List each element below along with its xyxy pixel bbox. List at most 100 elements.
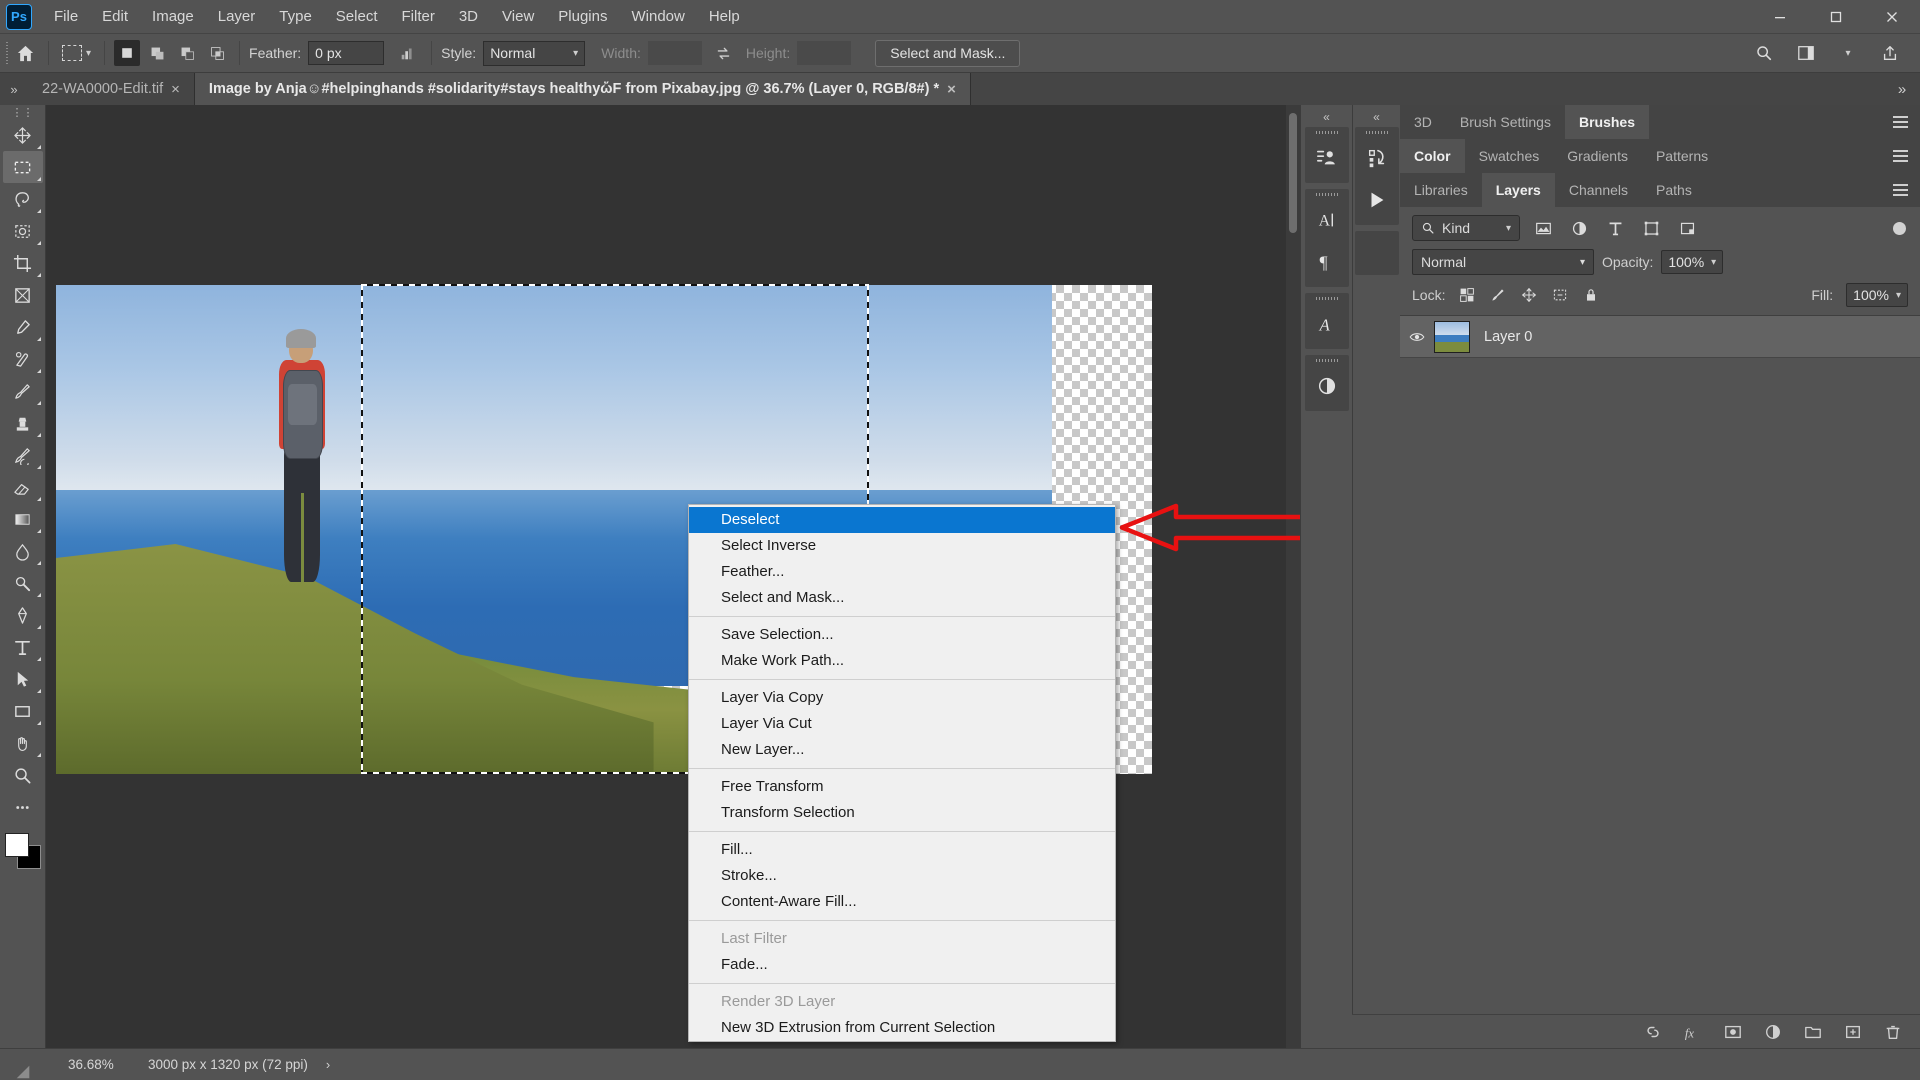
- selection-context-menu[interactable]: Deselect Select Inverse Feather... Select a…: [688, 504, 1116, 1042]
- menu-window[interactable]: Window: [619, 3, 696, 30]
- subtract-from-selection-button[interactable]: [174, 40, 200, 66]
- fill-input[interactable]: 100% ▾: [1846, 283, 1908, 307]
- canvas-vertical-scrollbar[interactable]: [1286, 105, 1300, 1048]
- context-menu-item-new-layer[interactable]: New Layer...: [689, 737, 1115, 763]
- height-input[interactable]: [797, 41, 852, 65]
- smart-object-filter-icon[interactable]: [1674, 216, 1700, 240]
- actions-icon[interactable]: [1356, 137, 1398, 179]
- restore-icon[interactable]: [1808, 0, 1864, 34]
- current-tool-rectangular-marquee[interactable]: ▾: [58, 45, 95, 61]
- menu-3d[interactable]: 3D: [447, 3, 490, 30]
- move-tool[interactable]: [3, 119, 43, 151]
- context-menu-item-make-work-path[interactable]: Make Work Path...: [689, 648, 1115, 674]
- minimize-icon[interactable]: [1752, 0, 1808, 34]
- hand-tool[interactable]: [3, 727, 43, 759]
- new-selection-button[interactable]: [114, 40, 141, 66]
- context-menu-item-content-aware-fill[interactable]: Content-Aware Fill...: [689, 889, 1115, 915]
- blend-mode-select[interactable]: Normal ▾: [1412, 249, 1594, 275]
- select-and-mask-button[interactable]: Select and Mask...: [875, 39, 1021, 67]
- chevron-down-icon[interactable]: ▾: [1834, 39, 1862, 67]
- menu-file[interactable]: File: [42, 3, 90, 30]
- intersect-selection-button[interactable]: [204, 40, 230, 66]
- style-select[interactable]: Normal ▾: [483, 40, 586, 66]
- zoom-level-field[interactable]: 36.68%: [46, 1057, 138, 1072]
- context-menu-item-select-and-mask[interactable]: Select and Mask...: [689, 585, 1115, 611]
- brush-tool[interactable]: [3, 375, 43, 407]
- options-bar-grip[interactable]: [3, 39, 11, 67]
- rectangular-marquee-tool[interactable]: [2, 151, 43, 183]
- tools-panel-grip[interactable]: ⋮⋮: [12, 105, 34, 119]
- eyedropper-tool[interactable]: [3, 311, 43, 343]
- mini-group-grip[interactable]: [1315, 355, 1338, 365]
- context-menu-item-select-inverse[interactable]: Select Inverse: [689, 533, 1115, 559]
- close-icon[interactable]: [1864, 0, 1920, 34]
- tab-3d[interactable]: 3D: [1400, 105, 1446, 139]
- tab-brush-settings[interactable]: Brush Settings: [1445, 105, 1565, 139]
- new-layer-icon[interactable]: [1842, 1021, 1864, 1043]
- context-menu-item-fill[interactable]: Fill...: [689, 837, 1115, 863]
- workspace-icon[interactable]: [1792, 39, 1820, 67]
- character-icon[interactable]: A: [1306, 199, 1348, 241]
- opacity-input[interactable]: 100% ▾: [1661, 250, 1724, 274]
- context-menu-item-deselect[interactable]: Deselect: [689, 507, 1115, 533]
- panel-menu-icon[interactable]: [1881, 139, 1920, 173]
- lasso-tool[interactable]: [3, 183, 43, 215]
- object-selection-tool[interactable]: [3, 215, 43, 247]
- tab-paths[interactable]: Paths: [1642, 173, 1706, 207]
- delete-layer-icon[interactable]: [1882, 1021, 1904, 1043]
- shape-layers-filter-icon[interactable]: [1638, 216, 1664, 240]
- menu-plugins[interactable]: Plugins: [546, 3, 619, 30]
- tab-swatches[interactable]: Swatches: [1464, 139, 1554, 173]
- lock-image-pixels-icon[interactable]: [1489, 286, 1507, 304]
- context-menu-item-free-transform[interactable]: Free Transform: [689, 774, 1115, 800]
- pixel-layers-filter-icon[interactable]: [1530, 216, 1556, 240]
- adjustment-layers-filter-icon[interactable]: [1566, 216, 1592, 240]
- adjustments-icon[interactable]: [1306, 137, 1348, 179]
- mini-group-grip[interactable]: [1365, 127, 1388, 137]
- tab-color[interactable]: Color: [1400, 139, 1465, 173]
- pen-tool[interactable]: [3, 599, 43, 631]
- link-layers-icon[interactable]: [1642, 1021, 1664, 1043]
- tab-overflow-left-icon[interactable]: »: [0, 73, 28, 105]
- feather-input[interactable]: 0 px: [308, 41, 385, 65]
- menu-select[interactable]: Select: [324, 3, 390, 30]
- type-tool[interactable]: [3, 631, 43, 663]
- tab-patterns[interactable]: Patterns: [1641, 139, 1723, 173]
- lock-position-icon[interactable]: [1520, 286, 1538, 304]
- dodge-tool[interactable]: [3, 567, 43, 599]
- frame-tool[interactable]: [3, 279, 43, 311]
- type-layers-filter-icon[interactable]: [1602, 216, 1628, 240]
- tab-overflow-right-icon[interactable]: »: [1884, 73, 1920, 105]
- crop-tool[interactable]: [3, 247, 43, 279]
- menu-help[interactable]: Help: [697, 3, 752, 30]
- share-icon[interactable]: [1876, 39, 1904, 67]
- tab-layers[interactable]: Layers: [1481, 173, 1555, 207]
- character-styles-icon[interactable]: A: [1306, 303, 1348, 345]
- eraser-tool[interactable]: [3, 471, 43, 503]
- paragraph-icon[interactable]: ¶: [1306, 241, 1348, 283]
- context-menu-item-new-3d-extrusion-from-current-selection[interactable]: New 3D Extrusion from Current Selection: [689, 1015, 1115, 1041]
- layer-filter-kind-select[interactable]: Kind ▾: [1412, 215, 1520, 241]
- filter-enable-toggle[interactable]: [1893, 221, 1906, 235]
- clone-stamp-tool[interactable]: [3, 407, 43, 439]
- zoom-tool[interactable]: [3, 759, 43, 791]
- add-layer-mask-icon[interactable]: [1722, 1021, 1744, 1043]
- menu-image[interactable]: Image: [140, 3, 206, 30]
- tab-libraries[interactable]: Libraries: [1400, 173, 1482, 207]
- spot-healing-brush-tool[interactable]: [3, 343, 43, 375]
- mini-group-grip[interactable]: [1315, 127, 1338, 137]
- history-brush-tool[interactable]: [3, 439, 43, 471]
- context-menu-item-transform-selection[interactable]: Transform Selection: [689, 800, 1115, 826]
- width-input[interactable]: [647, 41, 702, 65]
- context-menu-item-fade[interactable]: Fade...: [689, 952, 1115, 978]
- tab-gradients[interactable]: Gradients: [1553, 139, 1642, 173]
- edit-toolbar-tool[interactable]: [3, 791, 43, 823]
- context-menu-item-save-selection[interactable]: Save Selection...: [689, 622, 1115, 648]
- collapse-panels-icon-b[interactable]: «: [1353, 107, 1400, 127]
- gradient-tool[interactable]: [3, 503, 43, 535]
- foreground-color-swatch[interactable]: [4, 833, 29, 857]
- anti-alias-icon[interactable]: [394, 39, 422, 67]
- mini-group-grip[interactable]: [1315, 189, 1338, 199]
- new-adjustment-layer-icon[interactable]: [1762, 1021, 1784, 1043]
- document-tab-1[interactable]: Image by Anja☺#helpinghands #solidarity#…: [194, 73, 971, 105]
